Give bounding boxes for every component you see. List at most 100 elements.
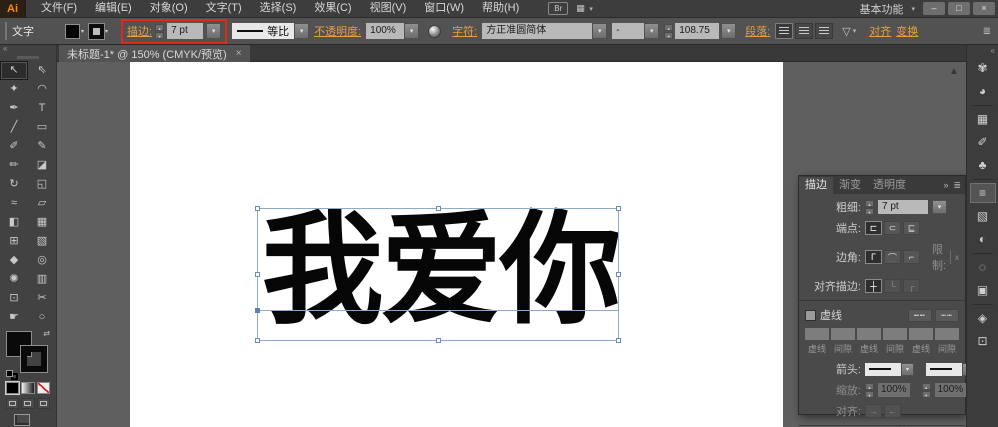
blob-brush-tool[interactable]: ✏ xyxy=(0,156,28,175)
menu-item[interactable]: 编辑(E) xyxy=(86,0,141,17)
font-size-stepper[interactable]: ▲ ▼ xyxy=(664,23,674,39)
screen-mode-button[interactable] xyxy=(14,414,30,426)
symbol-sprayer-tool[interactable]: ✺ xyxy=(0,270,28,289)
stepper-down-icon[interactable]: ▼ xyxy=(865,390,874,398)
paintbrush-tool[interactable]: ✐ xyxy=(0,137,28,156)
selection-handle[interactable] xyxy=(436,338,441,343)
document-tab[interactable]: 未标题-1* @ 150% (CMYK/预览) × xyxy=(59,45,250,62)
eraser-tool[interactable]: ◪ xyxy=(28,156,56,175)
dash-value-input[interactable] xyxy=(909,328,933,340)
swatches-panel-icon[interactable]: ▦ xyxy=(970,109,996,129)
artboards-panel-icon[interactable]: ⊡ xyxy=(970,331,996,351)
fill-color-control[interactable]: ▾ xyxy=(65,23,84,39)
arrow-align-end-button[interactable]: ← xyxy=(884,404,901,418)
pencil-tool[interactable]: ✎ xyxy=(28,137,56,156)
stepper-up-icon[interactable]: ▲ xyxy=(664,23,674,31)
dock-divider[interactable] xyxy=(972,105,993,106)
weight-stepper[interactable]: ▲ ▼ xyxy=(865,199,874,215)
selection-handle[interactable] xyxy=(616,338,621,343)
menu-item[interactable]: 效果(C) xyxy=(305,0,360,17)
menu-item[interactable]: 视图(V) xyxy=(361,0,416,17)
lasso-tool[interactable]: ◠ xyxy=(28,80,56,99)
projecting-cap-button[interactable]: ⊑ xyxy=(903,221,920,235)
selection-handle[interactable] xyxy=(255,272,260,277)
transform-panel-label[interactable]: 变换 xyxy=(896,23,918,39)
opacity-input[interactable]: 100% xyxy=(366,23,405,39)
font-family-control[interactable]: 方正准圆简体 ▾ xyxy=(482,23,608,39)
arrow-start-dropdown[interactable]: ▾ xyxy=(901,362,914,376)
blend-tool[interactable]: ◎ xyxy=(28,251,56,270)
fill-swatch[interactable] xyxy=(65,23,80,39)
selection-handle[interactable] xyxy=(255,206,260,211)
color-guide-panel-icon[interactable]: ◕ xyxy=(970,81,996,101)
round-cap-button[interactable]: ⊂ xyxy=(884,221,901,235)
hand-tool[interactable]: ☛ xyxy=(0,308,28,327)
font-size-dropdown[interactable]: ▾ xyxy=(721,23,737,39)
gradient-button[interactable] xyxy=(21,382,35,394)
stepper-down-icon[interactable]: ▼ xyxy=(155,31,165,39)
weight-input[interactable]: 7 pt xyxy=(878,200,928,214)
panel-menu-icon[interactable]: ≣ xyxy=(953,180,961,191)
stroke-color-control[interactable]: ▾ xyxy=(88,22,108,40)
selection-handle[interactable] xyxy=(436,206,441,211)
stroke-weight-dropdown[interactable]: ▾ xyxy=(206,23,222,39)
none-button[interactable] xyxy=(36,382,50,394)
menu-item[interactable]: 帮助(H) xyxy=(473,0,528,17)
collapse-dock-icon[interactable]: « xyxy=(967,45,998,55)
scale-tool[interactable]: ◱ xyxy=(28,175,56,194)
width-tool[interactable]: ≈ xyxy=(0,194,28,213)
font-style-input[interactable]: - xyxy=(612,23,645,39)
scrollbar-up-icon[interactable]: ▲ xyxy=(949,66,959,77)
magic-wand-tool[interactable]: ✦ xyxy=(0,80,28,99)
draw-normal-button[interactable] xyxy=(6,398,20,409)
toolbar-grip[interactable] xyxy=(17,56,39,59)
tab-transparency[interactable]: 透明度 xyxy=(867,177,912,194)
bevel-join-button[interactable]: ⌐ xyxy=(903,250,920,264)
font-size-control[interactable]: ▲ ▼ 108.75 ▾ xyxy=(664,23,737,39)
font-family-input[interactable]: 方正准圆简体 xyxy=(482,23,593,39)
dock-divider[interactable] xyxy=(972,253,993,254)
opacity-label[interactable]: 不透明度: xyxy=(314,23,361,39)
draw-inside-button[interactable] xyxy=(36,398,50,409)
dash-gap-preset-button[interactable]: ┅┅ xyxy=(935,308,959,322)
envelope-warp-control[interactable]: ▽ ▾ xyxy=(842,25,856,38)
brushes-panel-icon[interactable]: ✐ xyxy=(970,132,996,152)
perspective-grid-tool[interactable]: ▦ xyxy=(28,213,56,232)
type-tool[interactable]: T xyxy=(28,99,56,118)
menu-item[interactable]: 对象(O) xyxy=(141,0,197,17)
text-anchor-point[interactable] xyxy=(255,308,260,313)
menu-item[interactable]: 文件(F) xyxy=(32,0,86,17)
direct-selection-tool[interactable]: ⇖ xyxy=(28,61,56,80)
dash-value-input[interactable] xyxy=(935,328,959,340)
column-graph-tool[interactable]: ▥ xyxy=(28,270,56,289)
butt-cap-button[interactable]: ⊏ xyxy=(865,221,882,235)
stroke-weight-input[interactable]: 7 pt xyxy=(167,23,204,39)
draw-behind-button[interactable] xyxy=(21,398,35,409)
width-profile-dropdown[interactable]: ▾ xyxy=(294,23,310,39)
miter-join-button[interactable]: Γ xyxy=(865,250,882,264)
menu-item[interactable]: 文字(T) xyxy=(197,0,251,17)
tab-stroke[interactable]: 描边 xyxy=(799,176,833,194)
font-style-dropdown[interactable]: ▾ xyxy=(644,23,660,39)
width-profile-control[interactable]: 等比 ▾ xyxy=(232,23,310,39)
stepper-up-icon[interactable]: ▲ xyxy=(155,23,165,31)
dash-value-input[interactable] xyxy=(857,328,881,340)
rotate-tool[interactable]: ↻ xyxy=(0,175,28,194)
selection-tool[interactable]: ↖ xyxy=(0,61,28,80)
line-segment-tool[interactable]: ╱ xyxy=(0,118,28,137)
dash-value-input[interactable] xyxy=(883,328,907,340)
opacity-control[interactable]: 100% ▾ xyxy=(366,23,420,39)
menu-item[interactable]: 窗口(W) xyxy=(415,0,473,17)
free-transform-tool[interactable]: ▱ xyxy=(28,194,56,213)
stroke-weight-stepper[interactable]: ▲ ▼ xyxy=(155,23,165,39)
dock-divider[interactable] xyxy=(972,179,993,180)
control-bar-menu-icon[interactable]: ≣ xyxy=(983,26,993,37)
bridge-icon[interactable]: Br xyxy=(548,2,569,15)
color-button[interactable] xyxy=(6,382,20,394)
gradient-panel-icon[interactable]: ▧ xyxy=(970,206,996,226)
align-right-button[interactable] xyxy=(815,23,834,39)
arrow-start-control[interactable]: ▾ xyxy=(865,362,914,376)
stepper-down-icon[interactable]: ▼ xyxy=(865,207,874,215)
stroke-panel-icon[interactable]: ≡ xyxy=(969,183,996,203)
align-stroke-outside-button[interactable]: ┌ xyxy=(903,279,920,293)
